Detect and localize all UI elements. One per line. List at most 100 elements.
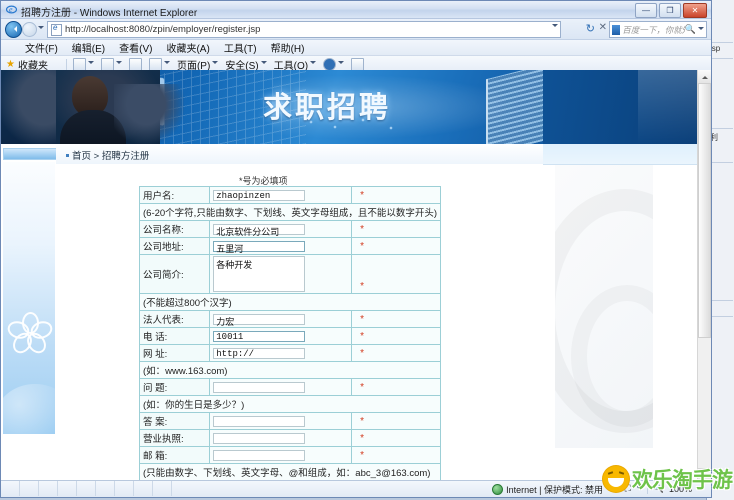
menu-item-view[interactable]: 查看(V) xyxy=(119,40,152,55)
banner-person-left-image xyxy=(1,70,56,144)
safety-caret-icon[interactable] xyxy=(260,61,267,67)
email-input[interactable] xyxy=(213,449,306,461)
legal-rep-input[interactable]: 力宏 xyxy=(213,313,306,327)
breadcrumb-separator: > xyxy=(93,151,100,162)
menu-item-favorites[interactable]: 收藏夹(A) xyxy=(166,40,209,55)
menu-item-edit[interactable]: 编辑(E) xyxy=(72,40,105,55)
field-question-cell xyxy=(209,378,353,396)
feeds-button[interactable] xyxy=(100,57,122,71)
home-caret-icon[interactable] xyxy=(87,61,94,67)
back-button[interactable] xyxy=(5,21,22,38)
breadcrumb-bar: 首页 > 招聘方注册 xyxy=(56,144,598,165)
company-address-input[interactable]: 五里河 xyxy=(213,240,306,254)
forward-button[interactable] xyxy=(22,22,37,37)
scrollbar-thumb[interactable] xyxy=(698,83,711,338)
search-magnifier-icon[interactable]: 🔍 xyxy=(685,24,696,35)
note-username: (6-20个字符,只能由数字、下划线、英文字母组成，且不能以数字开头) xyxy=(139,203,441,221)
research-button[interactable] xyxy=(351,57,365,71)
required-company-address: * xyxy=(351,237,441,255)
required-answer: * xyxy=(351,412,441,430)
address-bar-row: http://localhost:8080/zpin/employer/regi… xyxy=(1,19,711,40)
internet-zone-icon xyxy=(492,484,504,495)
table-row: 电 话: 10011 * xyxy=(138,327,441,345)
right-decorative-panel xyxy=(555,165,653,448)
table-row: 公司简介: 各种开发 * xyxy=(138,254,441,294)
username-input[interactable]: zhaopinzen xyxy=(213,189,306,201)
table-row: 邮 箱: * xyxy=(138,446,441,464)
search-placeholder-text: 百度一下，你就知道 xyxy=(622,24,685,35)
table-row: (6-20个字符,只能由数字、下划线、英文字母组成，且不能以数字开头) xyxy=(139,203,441,221)
field-legal-rep-cell: 力宏 xyxy=(209,310,353,328)
label-phone: 电 话: xyxy=(138,327,211,345)
minimize-button[interactable]: — xyxy=(635,3,657,18)
table-row: (如：你的生日是多少？) xyxy=(139,395,441,413)
required-license: * xyxy=(351,429,441,447)
mail-button[interactable] xyxy=(128,57,142,71)
note-website: (如：www.163.com) xyxy=(139,361,441,379)
banner-title: 求职招聘 xyxy=(262,90,391,124)
rss-icon xyxy=(100,57,114,71)
menu-item-help[interactable]: 帮助(H) xyxy=(271,40,305,55)
page-scrollbar[interactable] xyxy=(697,70,711,482)
recent-pages-dropdown-icon[interactable] xyxy=(38,26,44,32)
answer-input[interactable] xyxy=(213,415,306,427)
company-intro-textarea[interactable]: 各种开发 xyxy=(213,256,306,292)
required-company-intro: * xyxy=(351,254,441,294)
left-panel-glow xyxy=(3,384,55,434)
address-dropdown-icon[interactable] xyxy=(552,24,558,30)
page-viewport: 求职招聘 首页 > 招聘方注册 *号为必填项 用户名: zhaopinzen *… xyxy=(1,70,711,482)
tools-caret-icon[interactable] xyxy=(310,61,317,67)
refresh-icon[interactable]: ↻ xyxy=(586,22,595,35)
required-website: * xyxy=(351,344,441,362)
left-nav-bar[interactable] xyxy=(3,148,57,160)
required-question: * xyxy=(351,378,441,396)
label-email: 邮 箱: xyxy=(138,446,211,464)
search-input[interactable]: 百度一下，你就知道 🔍 xyxy=(609,21,707,38)
table-row: (不能超过800个汉字) xyxy=(139,293,441,311)
web-page: 求职招聘 首页 > 招聘方注册 *号为必填项 用户名: zhaopinzen *… xyxy=(1,70,698,482)
help-menu-button[interactable] xyxy=(323,57,345,71)
feeds-caret-icon[interactable] xyxy=(115,61,122,67)
research-icon xyxy=(351,57,365,71)
close-button[interactable]: ✕ xyxy=(683,3,707,18)
label-company-intro: 公司简介: xyxy=(138,254,211,294)
field-company-address-cell: 五里河 xyxy=(209,237,353,255)
table-row: 用户名: zhaopinzen * xyxy=(138,186,441,204)
phone-input[interactable]: 10011 xyxy=(213,330,306,342)
required-email: * xyxy=(351,446,441,464)
search-provider-caret-icon[interactable] xyxy=(698,26,704,33)
home-button[interactable] xyxy=(72,57,94,71)
stop-icon[interactable]: ✕ xyxy=(599,22,607,33)
svg-text:e: e xyxy=(9,5,13,14)
required-company-name: * xyxy=(351,220,441,238)
desktop-background: jsp 利 e 招聘方注册 - Windows Internet Explore… xyxy=(0,0,734,500)
security-zone-status[interactable]: Internet | 保护模式: 禁用 xyxy=(492,483,603,496)
company-name-input[interactable]: 北京软件分公司 xyxy=(213,223,306,237)
label-answer: 答 案: xyxy=(138,412,211,430)
maximize-button[interactable]: ❐ xyxy=(659,3,681,18)
address-input[interactable]: http://localhost:8080/zpin/employer/regi… xyxy=(47,21,561,38)
maximize-icon: ❐ xyxy=(666,5,674,15)
note-question: (如：你的生日是多少？) xyxy=(139,395,441,413)
security-zone-text: Internet | 保护模式: 禁用 xyxy=(506,485,603,495)
field-license-cell xyxy=(209,429,353,447)
menu-item-file[interactable]: 文件(F) xyxy=(25,40,58,55)
help-caret-icon[interactable] xyxy=(338,61,345,67)
question-input[interactable] xyxy=(213,381,306,393)
print-caret-icon[interactable] xyxy=(163,61,170,67)
page-favicon-icon xyxy=(51,23,62,36)
status-bar-sections xyxy=(1,481,181,496)
license-input[interactable] xyxy=(213,432,306,444)
breadcrumb-current: 招聘方注册 xyxy=(101,151,150,162)
smiley-face-icon xyxy=(603,466,629,492)
website-input[interactable]: http:// xyxy=(213,347,306,359)
note-email: (只能由数字、下划线、英文字母、@和组成，如：abc_3@163.com) xyxy=(139,463,441,481)
scroll-up-button[interactable] xyxy=(698,70,711,84)
ie-logo-icon: e xyxy=(5,4,18,15)
breadcrumb-home-link[interactable]: 首页 xyxy=(72,151,91,162)
menu-item-tools[interactable]: 工具(T) xyxy=(224,40,257,55)
page-caret-icon[interactable] xyxy=(212,61,219,67)
registration-form-area: *号为必填项 用户名: zhaopinzen * (6-20个字符,只能由数字、… xyxy=(56,164,598,482)
print-button[interactable] xyxy=(148,57,170,71)
table-row: 答 案: * xyxy=(138,412,441,430)
